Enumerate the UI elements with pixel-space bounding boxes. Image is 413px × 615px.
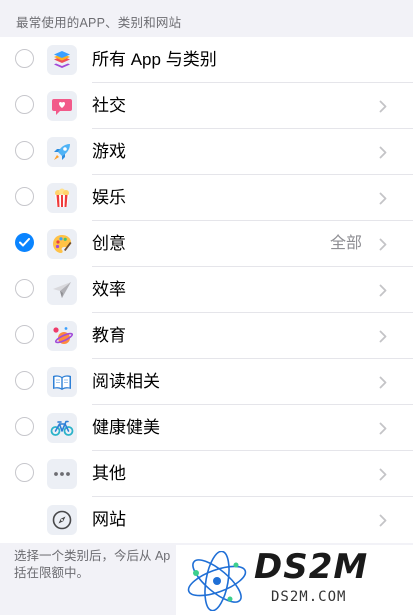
row-entertainment[interactable]: 娱乐 <box>0 175 413 221</box>
row-label: 阅读相关 <box>92 372 160 391</box>
chat-heart-icon <box>47 91 77 121</box>
row-label: 其他 <box>92 464 126 483</box>
radio-button[interactable] <box>15 463 34 482</box>
radio-button-checked[interactable] <box>15 233 34 252</box>
row-label: 创意 <box>92 234 126 253</box>
row-creativity[interactable]: 创意 全部 <box>0 221 413 267</box>
row-social[interactable]: 社交 <box>0 83 413 129</box>
radio-button[interactable] <box>15 187 34 206</box>
row-label: 游戏 <box>92 142 126 161</box>
row-label: 效率 <box>92 280 126 299</box>
row-label: 教育 <box>92 326 126 345</box>
stack-layers-icon <box>47 45 77 75</box>
row-games[interactable]: 游戏 <box>0 129 413 175</box>
rocket-icon <box>47 137 77 167</box>
radio-button[interactable] <box>15 141 34 160</box>
chevron-right-icon <box>379 376 387 389</box>
open-book-icon <box>47 367 77 397</box>
chevron-right-icon <box>379 192 387 205</box>
paper-plane-icon <box>47 275 77 305</box>
chevron-right-icon <box>379 238 387 251</box>
chevron-right-icon <box>379 514 387 527</box>
row-other[interactable]: 其他 <box>0 451 413 497</box>
palette-icon <box>47 229 77 259</box>
radio-button[interactable] <box>15 95 34 114</box>
chevron-right-icon <box>379 100 387 113</box>
popcorn-icon <box>47 183 77 213</box>
chevron-right-icon <box>379 330 387 343</box>
row-health-fitness[interactable]: 健康健美 <box>0 405 413 451</box>
ellipsis-icon <box>47 459 77 489</box>
row-label: 所有 App 与类别 <box>92 50 217 69</box>
row-label: 健康健美 <box>92 418 160 437</box>
row-websites[interactable]: 网站 <box>0 497 413 543</box>
chevron-right-icon <box>379 146 387 159</box>
chevron-right-icon <box>379 468 387 481</box>
row-label: 娱乐 <box>92 188 126 207</box>
row-reading[interactable]: 阅读相关 <box>0 359 413 405</box>
chevron-right-icon <box>379 422 387 435</box>
planet-icon <box>47 321 77 351</box>
row-label: 社交 <box>92 96 126 115</box>
row-productivity[interactable]: 效率 <box>0 267 413 313</box>
row-all-apps[interactable]: 所有 App 与类别 <box>0 37 413 83</box>
row-value: 全部 <box>329 235 362 252</box>
row-education[interactable]: 教育 <box>0 313 413 359</box>
section-header: 最常使用的APP、类别和网站 <box>16 16 182 30</box>
bicycle-icon <box>47 413 77 443</box>
radio-button[interactable] <box>15 325 34 344</box>
radio-button[interactable] <box>15 417 34 436</box>
category-list: 所有 App 与类别 社交 游戏 娱乐 创意 全部 效率 教育 阅读相关 健康健… <box>0 37 413 543</box>
radio-button[interactable] <box>15 279 34 298</box>
atom-logo-icon <box>187 551 247 611</box>
chevron-right-icon <box>379 284 387 297</box>
watermark-subtitle: DS2M.COM <box>271 589 347 605</box>
watermark-title: DS2M <box>254 547 369 587</box>
radio-button[interactable] <box>15 371 34 390</box>
radio-button[interactable] <box>15 49 34 68</box>
checkmark-icon <box>19 238 30 247</box>
watermark: DS2M DS2M.COM <box>176 545 413 615</box>
compass-icon <box>47 505 77 535</box>
row-label: 网站 <box>92 510 126 529</box>
